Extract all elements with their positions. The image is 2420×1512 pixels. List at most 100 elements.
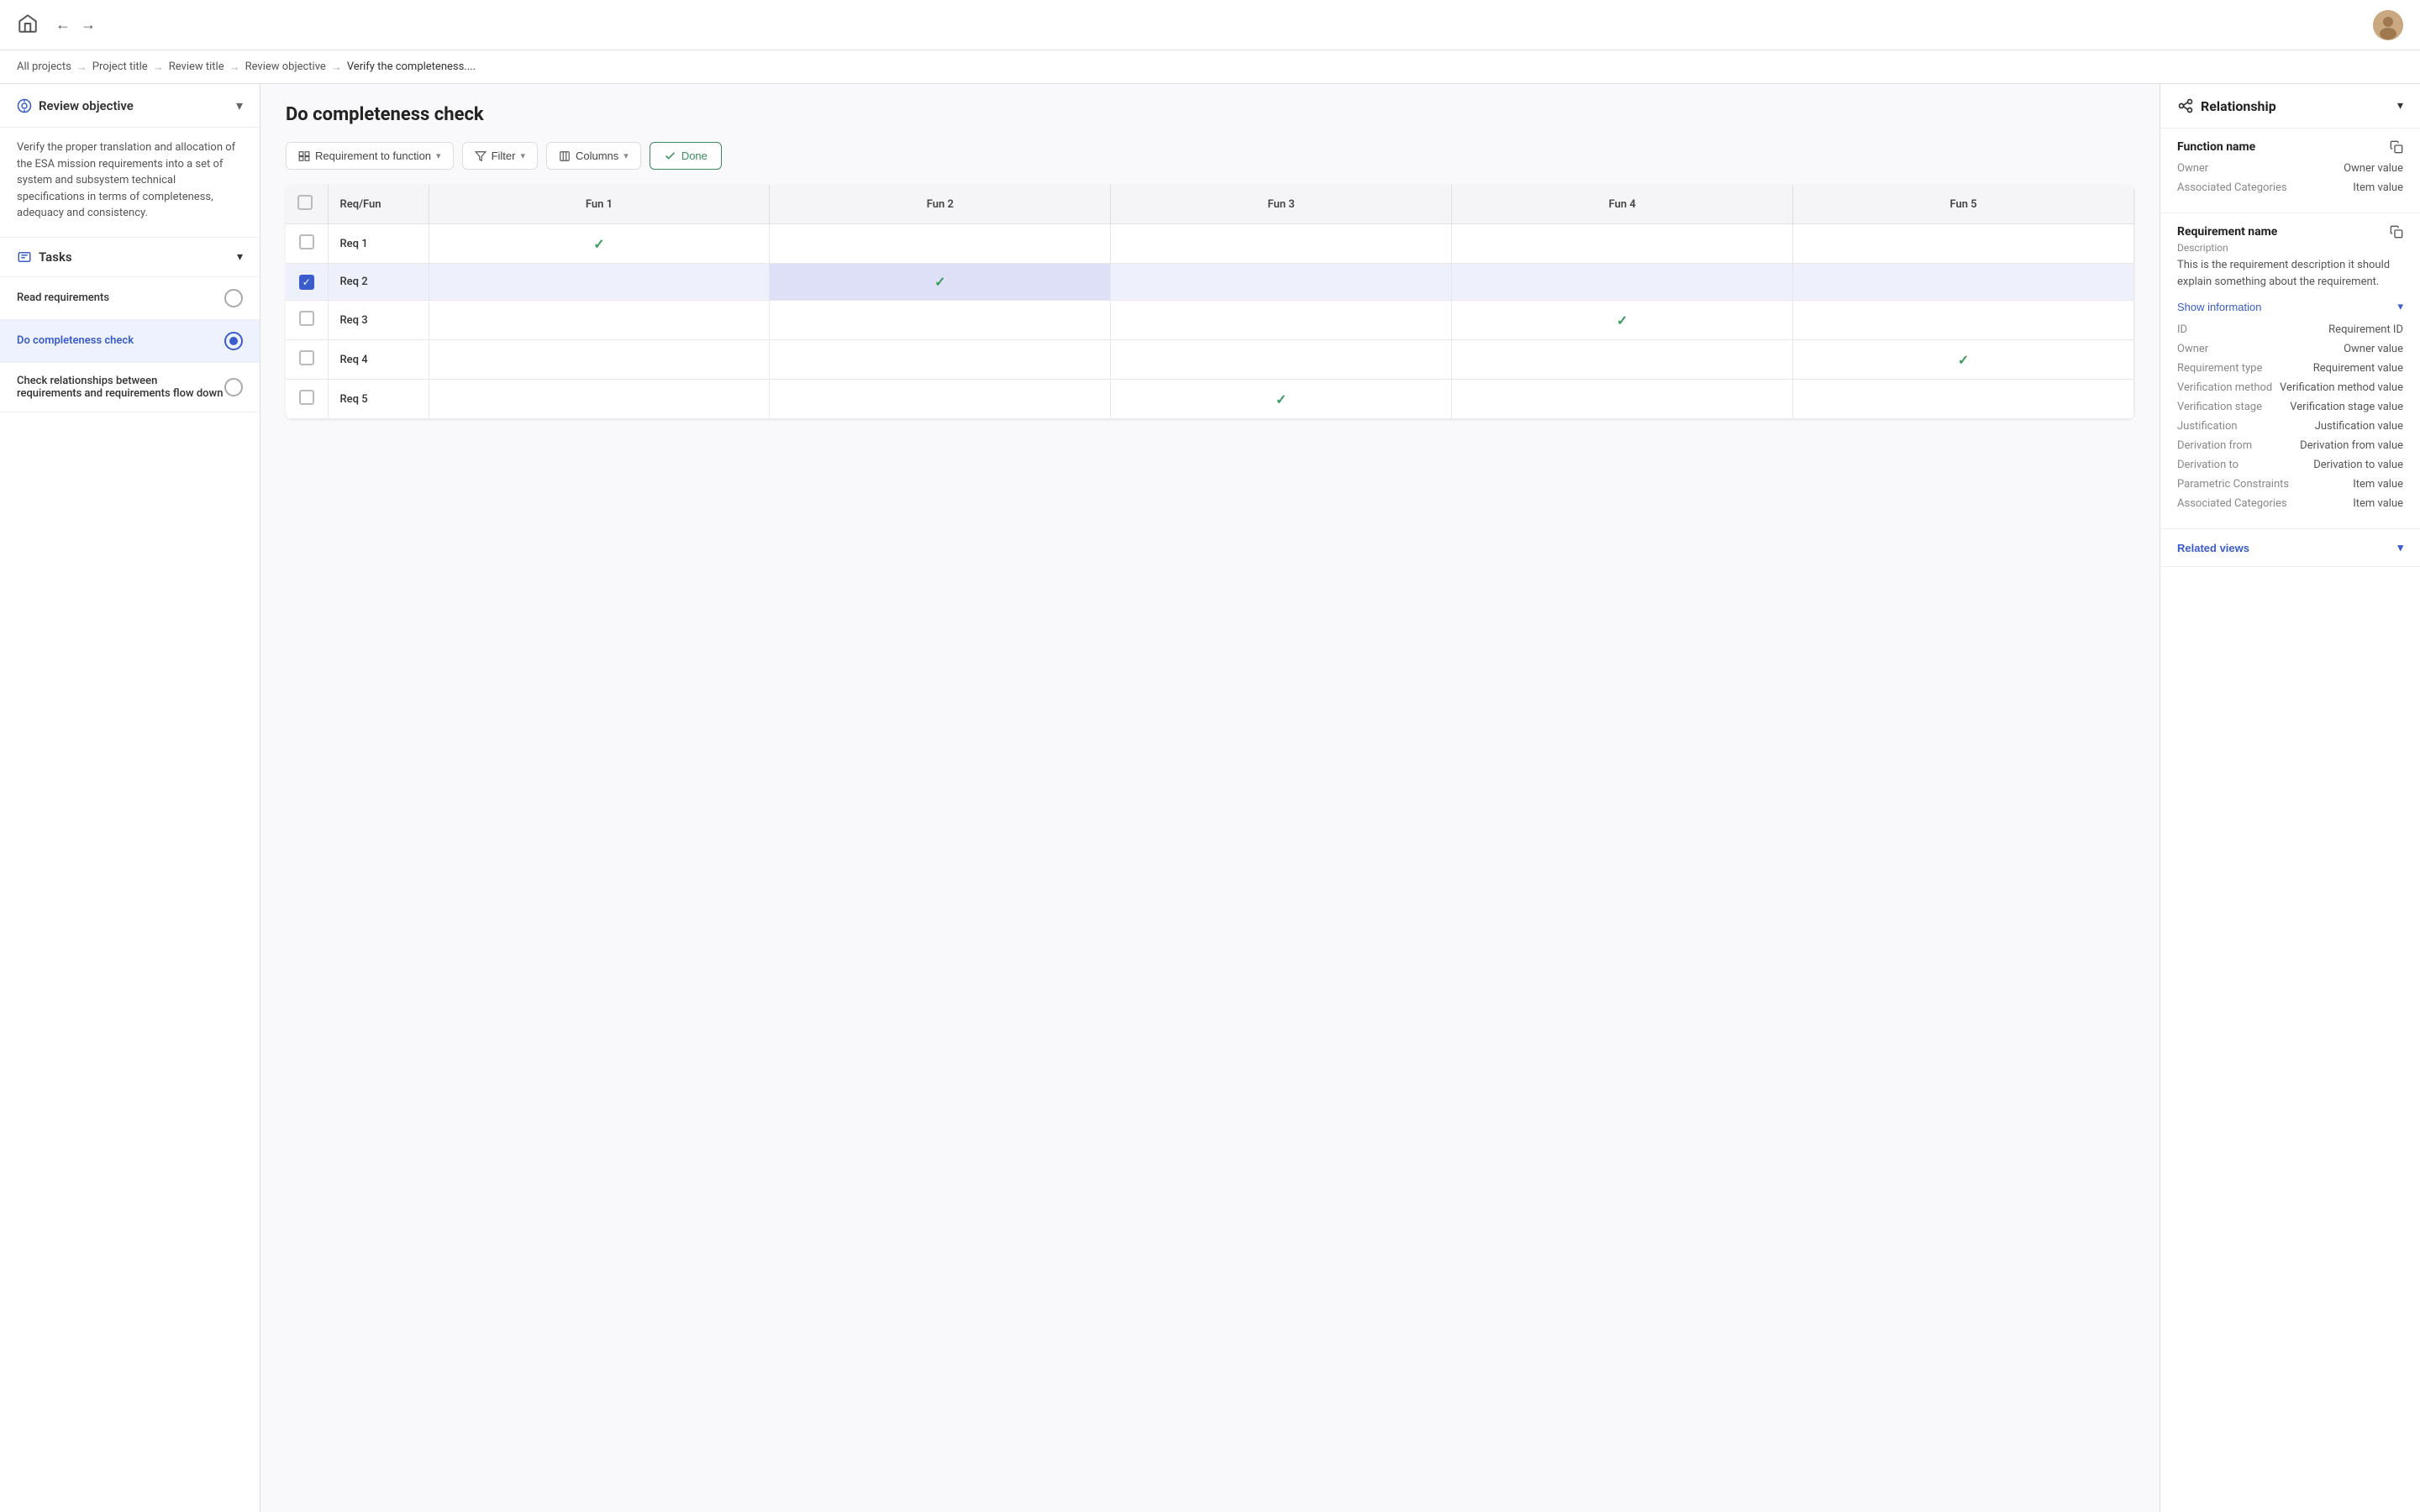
check-cell[interactable] [1452,380,1793,419]
done-button[interactable]: Done [650,142,722,170]
breadcrumb-project-title[interactable]: Project title [92,60,148,73]
columns-button[interactable]: Columns ▾ [546,142,641,170]
task-item-completeness-check[interactable]: Do completeness check [0,320,260,363]
info-label: Derivation to [2177,459,2238,471]
review-objective-title: Review objective [17,98,134,113]
toolbar: Requirement to function ▾ Filter ▾ Colum… [286,142,2134,170]
breadcrumb-review-title[interactable]: Review title [169,60,224,73]
row-checkbox[interactable] [299,311,314,326]
related-views-button[interactable]: Related views ▾ [2160,529,2420,567]
check-cell[interactable] [429,264,770,301]
info-row: JustificationJustification value [2177,420,2403,433]
checkmark-icon: ✓ [1958,352,1969,368]
requirement-name-title: Requirement name [2177,225,2403,239]
check-cell[interactable] [770,301,1111,340]
breadcrumb-review-objective[interactable]: Review objective [245,60,326,73]
info-value: Justification value [2315,420,2403,433]
table-row[interactable]: Req 3✓ [286,301,2134,340]
check-cell[interactable] [429,380,770,419]
col-fun4: Fun 4 [1452,185,1793,224]
info-label: Owner [2177,343,2208,355]
info-value: Derivation from value [2300,439,2403,452]
info-value: Verification method value [2280,381,2403,394]
relationship-chevron[interactable]: ▾ [2397,99,2403,113]
show-information-button[interactable]: Show information ▾ [2177,300,2403,313]
relationship-label: Relationship [2201,98,2276,114]
objective-text: Verify the proper translation and alloca… [0,128,260,238]
select-all-checkbox[interactable] [297,195,313,210]
categories-label: Associated Categories [2177,181,2287,194]
checkmark-icon: ✓ [1617,312,1628,328]
check-cell[interactable] [770,380,1111,419]
view-selector-label: Requirement to function [315,150,431,162]
check-cell[interactable] [429,340,770,380]
breadcrumb-sep-3: → [229,60,240,74]
check-cell[interactable]: ✓ [1111,380,1452,419]
row-checkbox[interactable] [299,234,314,249]
check-cell[interactable] [1793,301,2134,340]
check-cell[interactable] [1793,224,2134,264]
info-label: Requirement type [2177,362,2262,375]
check-cell[interactable] [1793,264,2134,301]
tasks-title: Tasks [17,249,72,265]
requirement-copy-icon[interactable] [2390,225,2403,239]
task-label-relationships: Check relationships between requirements… [17,375,224,400]
nav-arrows: ← → [55,16,96,34]
check-cell[interactable]: ✓ [1793,340,2134,380]
info-value: Owner value [2344,343,2403,355]
filter-button[interactable]: Filter ▾ [462,142,538,170]
review-objective-header[interactable]: Review objective ▾ [0,84,260,128]
check-cell[interactable] [1111,224,1452,264]
col-fun5: Fun 5 [1793,185,2134,224]
main-layout: Review objective ▾ Verify the proper tra… [0,84,2420,1512]
row-checkbox[interactable]: ✓ [299,275,314,290]
view-selector-button[interactable]: Requirement to function ▾ [286,142,454,170]
check-cell[interactable] [1111,264,1452,301]
row-checkbox[interactable] [299,390,314,405]
row-checkbox[interactable] [299,350,314,365]
tasks-icon [17,249,32,265]
function-copy-icon[interactable] [2390,140,2403,154]
back-button[interactable]: ← [55,16,71,34]
table-row[interactable]: Req 1✓ [286,224,2134,264]
show-info-chevron: ▾ [2397,300,2403,313]
task-radio-read [224,289,243,307]
breadcrumb-all-projects[interactable]: All projects [17,60,71,73]
task-item-read-requirements[interactable]: Read requirements [0,277,260,320]
categories-value: Item value [2353,181,2403,194]
check-cell[interactable] [1111,301,1452,340]
table-row[interactable]: ✓Req 2✓ [286,264,2134,301]
columns-label: Columns [576,150,618,162]
info-label: Verification method [2177,381,2272,394]
owner-label: Owner [2177,162,2208,175]
check-cell[interactable] [770,340,1111,380]
check-cell[interactable] [770,224,1111,264]
info-label: Verification stage [2177,401,2262,413]
table-row[interactable]: Req 4✓ [286,340,2134,380]
info-row: Associated CategoriesItem value [2177,497,2403,510]
info-label: ID [2177,323,2187,336]
check-cell[interactable]: ✓ [1452,301,1793,340]
user-avatar[interactable] [2373,10,2403,40]
check-cell[interactable] [1452,224,1793,264]
check-cell[interactable]: ✓ [429,224,770,264]
check-cell[interactable] [1111,340,1452,380]
check-cell[interactable] [1452,340,1793,380]
check-cell[interactable]: ✓ [770,264,1111,301]
done-check-icon [664,150,676,162]
home-button[interactable] [17,13,39,38]
task-radio-completeness [224,332,243,350]
table-row[interactable]: Req 5✓ [286,380,2134,419]
info-row: Owner Owner value [2177,343,2403,355]
info-label: Parametric Constraints [2177,478,2289,491]
task-item-check-relationships[interactable]: Check relationships between requirements… [0,363,260,412]
info-value: Item value [2353,497,2403,510]
tasks-header[interactable]: Tasks ▾ [0,238,260,277]
tasks-chevron: ▾ [237,250,243,264]
check-cell[interactable] [1793,380,2134,419]
forward-button[interactable]: → [81,16,96,34]
info-value: Requirement ID [2328,323,2403,336]
check-cell[interactable] [1452,264,1793,301]
check-cell[interactable] [429,301,770,340]
row-checkbox-cell: ✓ [286,264,328,301]
